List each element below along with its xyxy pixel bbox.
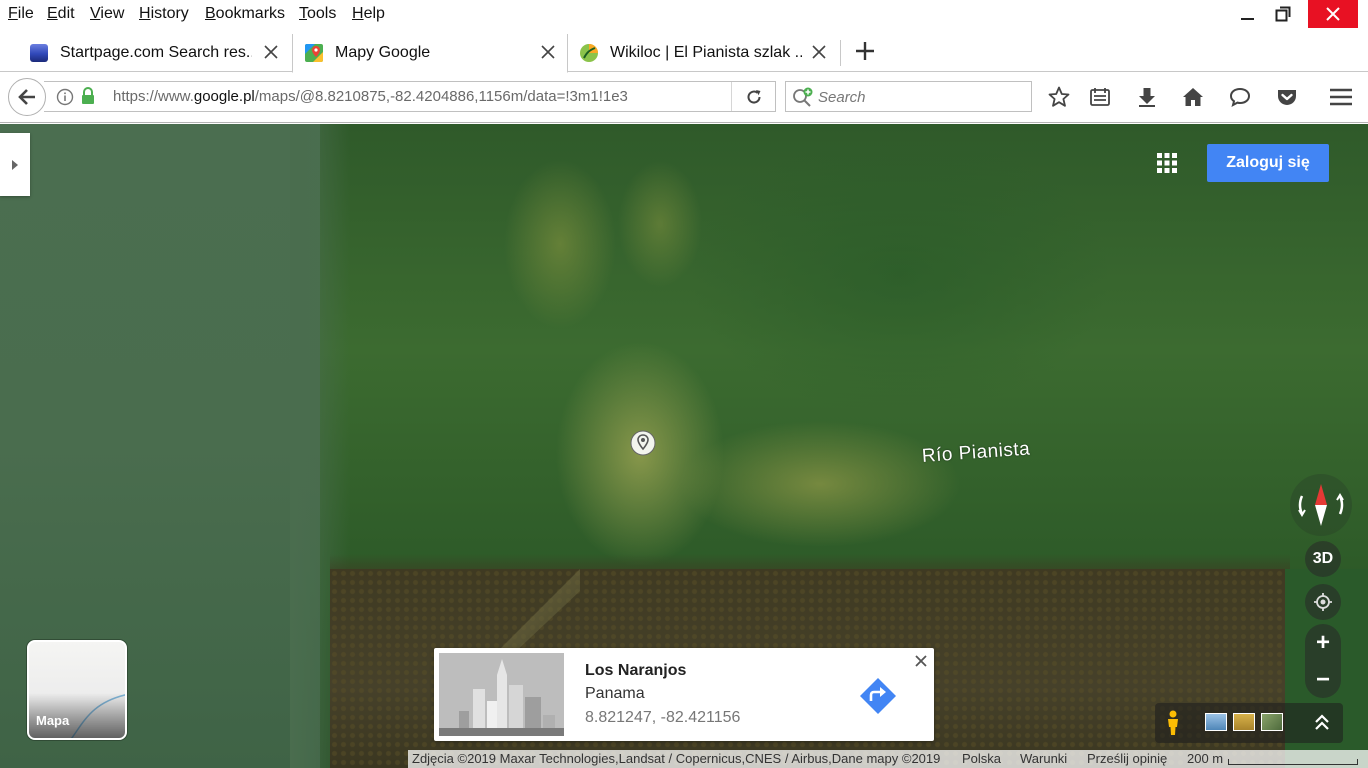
place-card[interactable]: Los Naranjos Panama 8.821247, -82.421156 <box>434 648 934 741</box>
menu-history[interactable]: History <box>139 5 189 23</box>
menu-file[interactable]: File <box>8 5 34 23</box>
satellite-map[interactable]: Río Pianista Zaloguj się 3D + − Mapa Los… <box>0 124 1368 768</box>
menu-tools[interactable]: Tools <box>299 5 336 23</box>
back-arrow-icon <box>18 89 35 105</box>
reload-icon <box>747 89 761 104</box>
tab-close-icon[interactable] <box>539 43 557 61</box>
scale-label[interactable]: 200 m <box>1187 751 1223 766</box>
minimize-icon <box>1241 18 1254 20</box>
google-maps-favicon <box>305 44 323 62</box>
tab-title: Mapy Google <box>335 44 431 61</box>
pegman-icon[interactable] <box>1165 710 1181 736</box>
tab-wikiloc[interactable]: Wikiloc | El Pianista szlak ... <box>568 34 838 72</box>
url-bar[interactable]: https://www.google.pl/maps/@8.8210875,-8… <box>44 81 776 112</box>
hamburger-menu-button[interactable] <box>1328 84 1354 110</box>
chat-button[interactable] <box>1227 84 1253 110</box>
url-text[interactable]: https://www.google.pl/maps/@8.8210875,-8… <box>113 88 628 105</box>
tab-title: Wikiloc | El Pianista szlak ... <box>610 44 802 61</box>
menu-view[interactable]: View <box>90 5 124 23</box>
menu-bookmarks[interactable]: Bookmarks <box>205 5 285 23</box>
google-apps-icon[interactable] <box>1155 151 1179 175</box>
my-location-button[interactable] <box>1305 584 1341 620</box>
menu-edit[interactable]: Edit <box>47 5 75 23</box>
terms-link[interactable]: Warunki <box>1020 751 1067 766</box>
zoom-out-button[interactable]: − <box>1305 661 1341 698</box>
close-icon <box>1326 7 1340 21</box>
imagery-thumbnail-2[interactable] <box>1233 713 1255 731</box>
tab-separator <box>840 40 841 66</box>
pocket-button[interactable] <box>1274 84 1300 110</box>
back-button[interactable] <box>8 78 46 116</box>
imagery-attribution: Zdjęcia ©2019 Maxar Technologies,Landsat… <box>412 751 941 766</box>
restore-icon <box>1275 6 1291 22</box>
pocket-icon <box>1278 90 1296 105</box>
toggle-3d-button[interactable]: 3D <box>1305 541 1341 577</box>
map-attribution-bar: Zdjęcia ©2019 Maxar Technologies,Landsat… <box>408 750 1368 768</box>
wikiloc-favicon <box>580 44 598 62</box>
tab-google-maps[interactable]: Mapy Google <box>292 34 568 73</box>
place-country: Panama <box>585 685 645 702</box>
compass-icon[interactable] <box>1290 474 1352 536</box>
place-coordinates[interactable]: 8.821247, -82.421156 <box>585 709 740 727</box>
imagery-strip <box>1155 703 1343 743</box>
crosshair-location-icon <box>1314 593 1332 611</box>
tab-close-icon[interactable] <box>810 43 828 61</box>
restore-button[interactable] <box>1260 0 1306 28</box>
url-domain: google.pl <box>193 88 255 105</box>
bookmarks-menu-button[interactable] <box>1087 84 1113 110</box>
region-link[interactable]: Polska <box>962 751 1001 766</box>
hamburger-menu-icon <box>1330 88 1352 106</box>
bookmark-star-button[interactable] <box>1046 84 1072 110</box>
nav-bar: https://www.google.pl/maps/@8.8210875,-8… <box>0 73 1368 123</box>
new-tab-plus-icon[interactable] <box>852 38 878 64</box>
imagery-thumbnail-1[interactable] <box>1205 713 1227 731</box>
close-icon[interactable] <box>913 653 929 669</box>
zoom-in-button[interactable]: + <box>1305 624 1341 661</box>
lock-icon[interactable] <box>80 87 96 105</box>
reload-button[interactable] <box>731 82 775 111</box>
river-label: Río Pianista <box>921 438 1031 467</box>
scale-bar <box>1228 759 1358 765</box>
minimap-label: Mapa <box>36 713 70 728</box>
place-name: Los Naranjos <box>585 662 687 679</box>
sign-in-button[interactable]: Zaloguj się <box>1207 144 1329 182</box>
tab-bar: Startpage.com Search res... Mapy Google … <box>0 28 1368 73</box>
map-type-switch[interactable]: Mapa <box>27 640 127 740</box>
menu-bar: File Edit View History Bookmarks Tools H… <box>0 0 1368 28</box>
tab-startpage[interactable]: Startpage.com Search res... <box>18 34 290 72</box>
bookmarks-list-icon <box>1090 88 1110 106</box>
chat-bubble-icon <box>1229 87 1251 107</box>
caret-right-icon <box>12 159 18 170</box>
directions-icon[interactable] <box>858 676 898 716</box>
imagery-thumbnail-3[interactable] <box>1261 713 1283 731</box>
zoom-controls: + − <box>1305 624 1341 698</box>
url-path: /maps/@8.8210875,-82.4204886,1156m/data=… <box>254 88 628 105</box>
info-icon[interactable] <box>56 88 74 106</box>
home-button[interactable] <box>1180 84 1206 110</box>
side-panel-toggle[interactable] <box>0 133 30 196</box>
search-bar[interactable]: Search <box>785 81 1032 112</box>
place-photo-thumbnail[interactable] <box>439 653 564 736</box>
menu-help[interactable]: Help <box>352 5 385 23</box>
url-prefix: https://www. <box>113 88 194 105</box>
search-engine-icon[interactable] <box>792 87 814 107</box>
send-feedback-link[interactable]: Prześlij opinię <box>1087 751 1167 766</box>
window-close-button[interactable] <box>1308 0 1358 28</box>
expand-chevron-icon[interactable] <box>1313 711 1331 733</box>
tab-close-icon[interactable] <box>262 43 280 61</box>
downloads-button[interactable] <box>1134 84 1160 110</box>
home-icon <box>1183 88 1203 106</box>
startpage-favicon <box>30 44 48 62</box>
tab-title: Startpage.com Search res... <box>60 44 252 61</box>
star-icon <box>1048 86 1070 107</box>
search-placeholder: Search <box>818 89 866 106</box>
download-arrow-icon <box>1139 88 1155 107</box>
location-pin-icon[interactable] <box>629 429 657 457</box>
